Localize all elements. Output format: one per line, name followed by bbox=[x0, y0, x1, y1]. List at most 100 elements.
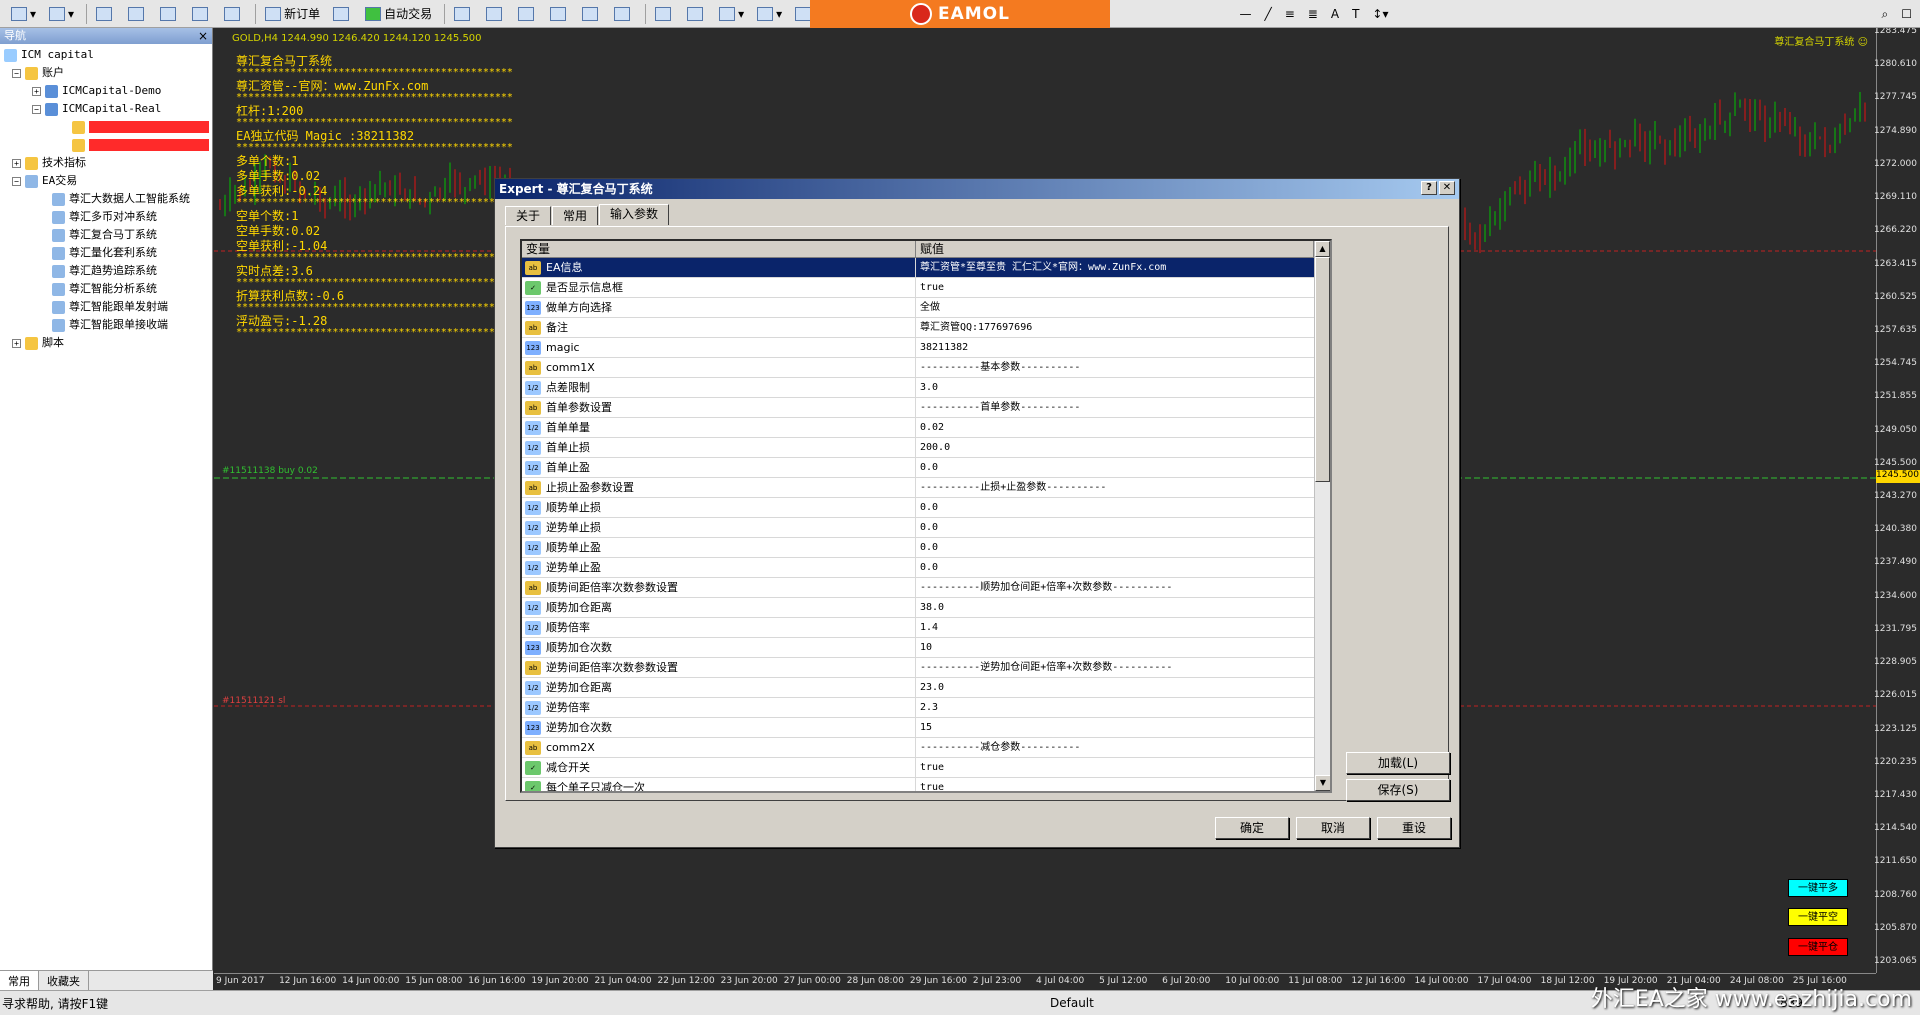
input-row[interactable]: ✓ 减仓开关 true bbox=[522, 758, 1330, 778]
tab-favorites[interactable]: 收藏夹 bbox=[39, 971, 89, 990]
terminal-button[interactable] bbox=[187, 3, 216, 25]
input-row[interactable]: 123 magic 38211382 bbox=[522, 338, 1330, 358]
tree-item-experts[interactable]: − EA交易 bbox=[0, 172, 212, 190]
tree-item-ea[interactable]: 尊汇趋势追踪系统 bbox=[0, 262, 212, 280]
tree-item-ea[interactable]: 尊汇复合马丁系统 bbox=[0, 226, 212, 244]
input-value[interactable]: 0.0 bbox=[916, 458, 1314, 477]
line-chart-button[interactable] bbox=[513, 3, 542, 25]
scroll-down-icon[interactable]: ▼ bbox=[1315, 775, 1330, 791]
expand-icon[interactable]: + bbox=[12, 158, 21, 168]
tree-item-ea[interactable]: 尊汇多币对冲系统 bbox=[0, 208, 212, 226]
input-value[interactable]: 0.0 bbox=[916, 518, 1314, 537]
input-row[interactable]: 1/2 首单止损 200.0 bbox=[522, 438, 1330, 458]
input-row[interactable]: 1/2 顺势加仓距离 38.0 bbox=[522, 598, 1330, 618]
input-value[interactable]: 1.4 bbox=[916, 618, 1314, 637]
input-value[interactable]: 200.0 bbox=[916, 438, 1314, 457]
input-row[interactable]: 1/2 顺势单止盈 0.0 bbox=[522, 538, 1330, 558]
grid-scrollbar[interactable]: ▲ ▼ bbox=[1314, 241, 1330, 791]
input-value[interactable]: 10 bbox=[916, 638, 1314, 657]
input-row[interactable]: 1/2 首单单量 0.02 bbox=[522, 418, 1330, 438]
collapse-icon[interactable]: − bbox=[32, 104, 41, 114]
cancel-button[interactable]: 取消 bbox=[1296, 817, 1370, 839]
tab-common[interactable]: 常用 bbox=[0, 971, 39, 990]
input-value[interactable]: 38211382 bbox=[916, 338, 1314, 357]
scroll-thumb[interactable] bbox=[1315, 257, 1330, 482]
profiles-button[interactable]: ▾ bbox=[44, 3, 79, 25]
tab-inputs[interactable]: 输入参数 bbox=[599, 204, 670, 225]
close-button[interactable]: ✕ bbox=[1439, 181, 1455, 195]
hline-tool[interactable]: — bbox=[1235, 3, 1257, 25]
collapse-icon[interactable]: − bbox=[12, 68, 21, 78]
autoscroll-button[interactable] bbox=[682, 3, 711, 25]
zoom-in-button[interactable] bbox=[545, 3, 574, 25]
tree-item-real-server[interactable]: − ICMCapital-Real bbox=[0, 100, 212, 118]
input-value[interactable]: 2.3 bbox=[916, 698, 1314, 717]
tab-common[interactable]: 常用 bbox=[552, 206, 599, 225]
input-value[interactable]: 全做 bbox=[916, 298, 1314, 317]
tree-item-ea[interactable]: 尊汇大数据人工智能系统 bbox=[0, 190, 212, 208]
close-icon[interactable]: × bbox=[198, 28, 208, 44]
trendline-tool[interactable]: ╱ bbox=[1260, 3, 1277, 25]
chart-shift-button[interactable] bbox=[650, 3, 679, 25]
candle-chart-button[interactable] bbox=[481, 3, 510, 25]
tree-item-scripts[interactable]: + 脚本 bbox=[0, 334, 212, 352]
input-value[interactable]: true bbox=[916, 278, 1314, 297]
tab-about[interactable]: 关于 bbox=[505, 206, 552, 225]
input-row[interactable]: ab 备注 尊汇资管QQ:177697696 bbox=[522, 318, 1330, 338]
input-value[interactable]: true bbox=[916, 778, 1314, 791]
input-value[interactable]: true bbox=[916, 758, 1314, 777]
arrows-tool[interactable]: ↕▾ bbox=[1367, 3, 1393, 25]
text-tool[interactable]: A bbox=[1326, 3, 1344, 25]
tree-item-account-2[interactable] bbox=[0, 136, 212, 154]
column-variable[interactable]: 变量 bbox=[522, 241, 916, 257]
expand-icon[interactable]: + bbox=[32, 86, 41, 96]
new-chart-button[interactable]: ▾ bbox=[6, 3, 41, 25]
input-row[interactable]: 1/2 首单止盈 0.0 bbox=[522, 458, 1330, 478]
close-all-button[interactable]: 一键平仓 bbox=[1788, 938, 1848, 956]
expand-icon[interactable]: + bbox=[12, 338, 21, 348]
input-row[interactable]: 123 做单方向选择 全做 bbox=[522, 298, 1330, 318]
input-row[interactable]: 123 逆势加仓次数 15 bbox=[522, 718, 1330, 738]
input-value[interactable]: 23.0 bbox=[916, 678, 1314, 697]
input-value[interactable]: 0.0 bbox=[916, 498, 1314, 517]
close-all-buy-button[interactable]: 一键平多 bbox=[1788, 879, 1848, 897]
input-row[interactable]: 1/2 顺势倍率 1.4 bbox=[522, 618, 1330, 638]
new-order-button[interactable]: 新订单 bbox=[260, 3, 325, 25]
tree-item-account-1[interactable] bbox=[0, 118, 212, 136]
collapse-icon[interactable]: − bbox=[12, 176, 21, 186]
price-axis[interactable]: 1283.475 1280.610 1277.745 1274.890 1272.000… bbox=[1874, 28, 1920, 973]
scroll-up-icon[interactable]: ▲ bbox=[1315, 241, 1330, 257]
dialog-titlebar[interactable]: Expert - 尊汇复合马丁系统 ? ✕ bbox=[495, 179, 1459, 199]
periods-button[interactable]: ▾ bbox=[752, 3, 787, 25]
tree-item-broker[interactable]: ICM capital bbox=[0, 46, 212, 64]
input-value[interactable]: ----------逆势加仓间距+倍率+次数参数---------- bbox=[916, 658, 1314, 677]
input-row[interactable]: 1/2 逆势加仓距离 23.0 bbox=[522, 678, 1330, 698]
data-window-button[interactable] bbox=[123, 3, 152, 25]
input-row[interactable]: ab comm2X ----------减仓参数---------- bbox=[522, 738, 1330, 758]
input-value[interactable]: ----------减仓参数---------- bbox=[916, 738, 1314, 757]
tree-item-accounts[interactable]: − 账户 bbox=[0, 64, 212, 82]
input-value[interactable]: 3.0 bbox=[916, 378, 1314, 397]
fibo-tool[interactable]: ≣ bbox=[1303, 3, 1323, 25]
input-value[interactable]: ----------首单参数---------- bbox=[916, 398, 1314, 417]
tile-windows-button[interactable] bbox=[609, 3, 638, 25]
input-row[interactable]: ✓ 是否显示信息框 true bbox=[522, 278, 1330, 298]
save-button[interactable]: 保存(S) bbox=[1346, 779, 1450, 801]
indicators-button[interactable]: ▾ bbox=[714, 3, 749, 25]
bar-chart-button[interactable] bbox=[449, 3, 478, 25]
market-watch-button[interactable] bbox=[91, 3, 120, 25]
input-row[interactable]: ✓ 每个单子只减仓一次 true bbox=[522, 778, 1330, 791]
input-row[interactable]: ab comm1X ----------基本参数---------- bbox=[522, 358, 1330, 378]
input-row[interactable]: 1/2 点差限制 3.0 bbox=[522, 378, 1330, 398]
help-button[interactable]: ? bbox=[1421, 181, 1437, 195]
input-value[interactable]: ----------止损+止盈参数---------- bbox=[916, 478, 1314, 497]
tree-item-indicators[interactable]: + 技术指标 bbox=[0, 154, 212, 172]
input-row[interactable]: 1/2 顺势单止损 0.0 bbox=[522, 498, 1330, 518]
input-value[interactable]: 38.0 bbox=[916, 598, 1314, 617]
zoom-out-button[interactable] bbox=[577, 3, 606, 25]
tree-item-ea[interactable]: 尊汇智能分析系统 bbox=[0, 280, 212, 298]
load-button[interactable]: 加载(L) bbox=[1346, 752, 1450, 774]
input-row[interactable]: 1/2 逆势单止损 0.0 bbox=[522, 518, 1330, 538]
tree-item-ea[interactable]: 尊汇量化套利系统 bbox=[0, 244, 212, 262]
reset-button[interactable]: 重设 bbox=[1377, 817, 1451, 839]
